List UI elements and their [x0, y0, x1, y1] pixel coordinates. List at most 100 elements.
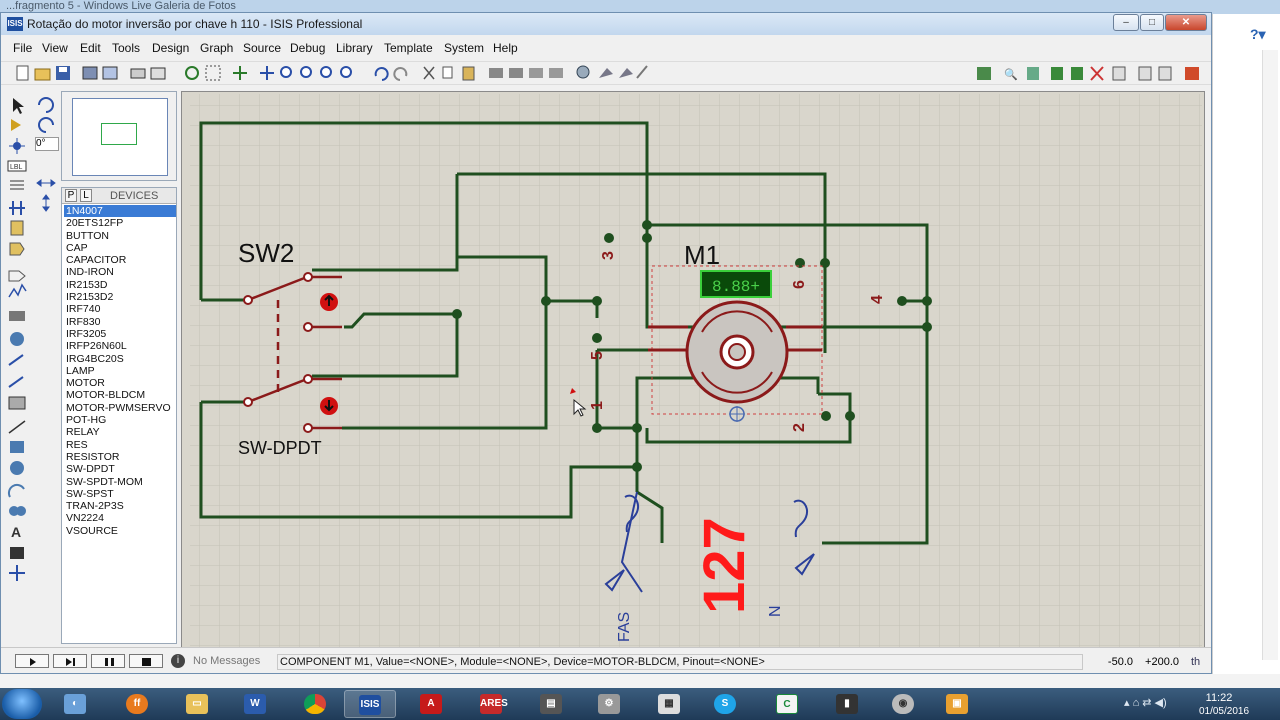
decompose-icon[interactable] [636, 65, 648, 79]
device-list-item[interactable]: RESISTOR [64, 451, 176, 463]
device-list-item[interactable]: IRFP26N60L [64, 340, 176, 352]
print-area-icon[interactable] [150, 67, 166, 80]
mirror-x-icon[interactable] [36, 179, 56, 187]
import-icon[interactable] [82, 66, 98, 80]
menu-tools[interactable]: Tools [112, 41, 140, 55]
block-move-icon[interactable] [509, 68, 523, 78]
subcircuit-icon[interactable] [10, 220, 24, 236]
messages-status[interactable]: No Messages [193, 655, 260, 667]
cut-icon[interactable] [423, 66, 435, 80]
taskbar-skype-icon[interactable]: S [700, 690, 752, 718]
device-list-item[interactable]: BUTTON [64, 230, 176, 242]
block-delete-icon[interactable] [549, 68, 563, 78]
remove-sheet-icon[interactable] [1071, 67, 1083, 80]
search-tag-icon[interactable]: 🔍 [1004, 67, 1018, 81]
rotate-clockwise-icon[interactable] [38, 97, 54, 113]
isis-app-icon[interactable]: ISIS [7, 17, 23, 31]
overview-window[interactable] [61, 91, 177, 181]
taskbar-windows-explorer-icon[interactable]: ◐ [50, 690, 102, 718]
taskbar-app-device-icon[interactable]: ▮ [822, 690, 874, 718]
generator-icon[interactable] [10, 332, 24, 346]
info-icon[interactable]: i [171, 654, 185, 668]
device-list-item[interactable]: MOTOR-PWMSERVO [64, 402, 176, 414]
device-list-item[interactable]: IR2153D2 [64, 291, 176, 303]
device-pins-icon[interactable] [8, 270, 26, 282]
text-icon[interactable]: A [11, 524, 21, 540]
pause-button[interactable] [91, 654, 125, 668]
overview-viewport[interactable] [101, 123, 137, 145]
new-sheet-icon[interactable] [1051, 67, 1063, 80]
tape-recorder-icon[interactable] [9, 311, 25, 321]
device-list-item[interactable]: SW-DPDT [64, 463, 176, 475]
coordinate-unit[interactable]: th [1191, 656, 1200, 668]
current-probe-icon[interactable] [8, 376, 24, 388]
device-list-item[interactable]: SW-SPDT-MOM [64, 476, 176, 488]
menu-library[interactable]: Library [336, 41, 373, 55]
menu-debug[interactable]: Debug [290, 41, 325, 55]
box-icon[interactable] [10, 441, 24, 453]
device-list-item[interactable]: CAPACITOR [64, 254, 176, 266]
device-list-item[interactable]: IR2153D [64, 279, 176, 291]
menu-system[interactable]: System [444, 41, 484, 55]
save-icon[interactable] [56, 66, 70, 80]
device-list-item[interactable]: IRF740 [64, 303, 176, 315]
step-button[interactable] [53, 654, 87, 668]
clock-date[interactable]: 01/05/2016 [1196, 706, 1252, 717]
junction-dot-icon[interactable] [9, 138, 25, 154]
grid-icon[interactable] [205, 65, 221, 81]
exit-sheet-icon[interactable] [1090, 66, 1104, 81]
wire-autorouter-icon[interactable] [977, 67, 991, 80]
paste-icon[interactable] [462, 66, 475, 81]
overview-sheet[interactable] [72, 98, 168, 176]
terminals-icon[interactable] [9, 242, 25, 256]
taskbar-app-disk-icon[interactable]: ◉ [878, 690, 930, 718]
ares-icon[interactable] [1185, 67, 1199, 80]
taskbar-app-window-icon[interactable]: ▤ [526, 690, 578, 718]
selection-mode-icon[interactable] [13, 98, 24, 114]
minimize-button[interactable]: – [1113, 14, 1139, 31]
zoom-in-icon[interactable] [280, 66, 292, 78]
device-list-item[interactable]: MOTOR [64, 377, 176, 389]
rotation-angle-field[interactable]: 0° [35, 137, 59, 151]
device-list-item[interactable]: RELAY [64, 426, 176, 438]
stop-button[interactable] [129, 654, 163, 668]
device-list-item[interactable]: TRAN-2P3S [64, 500, 176, 512]
undo-icon[interactable] [374, 67, 389, 81]
netlist-icon[interactable] [1158, 66, 1172, 81]
system-tray[interactable]: ▴ ⌂ ⇄ ◀) [1124, 696, 1184, 714]
redo-icon[interactable] [393, 67, 408, 81]
help-icon[interactable]: ?▾ [1250, 26, 1272, 44]
zoom-out-icon[interactable] [300, 66, 312, 78]
open-folder-icon[interactable] [34, 68, 51, 81]
copy-icon[interactable] [442, 66, 453, 79]
arc-icon[interactable] [7, 483, 25, 498]
schematic-canvas[interactable]: SW2 SW-DPDT 8.88+ M1 3 6 4 5 1 2 FAS N 1… [181, 91, 1205, 654]
block-copy-icon[interactable] [489, 68, 503, 78]
start-button[interactable] [2, 689, 42, 719]
voltage-probe-icon[interactable] [8, 354, 24, 366]
taskbar-word-icon[interactable]: W [230, 690, 282, 718]
menu-file[interactable]: File [13, 41, 32, 55]
schematic-drawing[interactable]: SW2 SW-DPDT 8.88+ M1 3 6 4 5 1 2 FAS N 1… [182, 92, 1204, 653]
make-device-icon[interactable] [599, 68, 613, 78]
taskbar-app-c-icon[interactable]: C [762, 690, 814, 718]
erc-icon[interactable] [1138, 66, 1152, 81]
component-mode-icon[interactable] [11, 119, 21, 131]
packaging-icon[interactable] [619, 68, 633, 78]
device-list-item[interactable]: 1N4007 [64, 205, 176, 218]
origin-icon[interactable] [233, 66, 247, 80]
taskbar-ares-icon[interactable]: ARES [466, 690, 518, 718]
background-scrollbar[interactable] [1262, 50, 1278, 660]
clock-time[interactable]: 11:22 [1196, 692, 1242, 704]
device-list-item[interactable]: RES [64, 439, 176, 451]
taskbar-calculator-icon[interactable]: ▦ [644, 690, 696, 718]
property-tool-icon[interactable] [1027, 67, 1039, 80]
block-rotate-icon[interactable] [529, 68, 543, 78]
pick-device-icon[interactable] [576, 65, 590, 79]
export-icon[interactable] [102, 66, 118, 80]
bom-icon[interactable] [1112, 66, 1126, 81]
title-bar[interactable]: ISIS Rotação do motor inversão por chave… [1, 13, 1211, 35]
line-icon[interactable] [8, 420, 26, 434]
device-list-item[interactable]: IRF830 [64, 316, 176, 328]
path-icon[interactable] [9, 506, 26, 516]
